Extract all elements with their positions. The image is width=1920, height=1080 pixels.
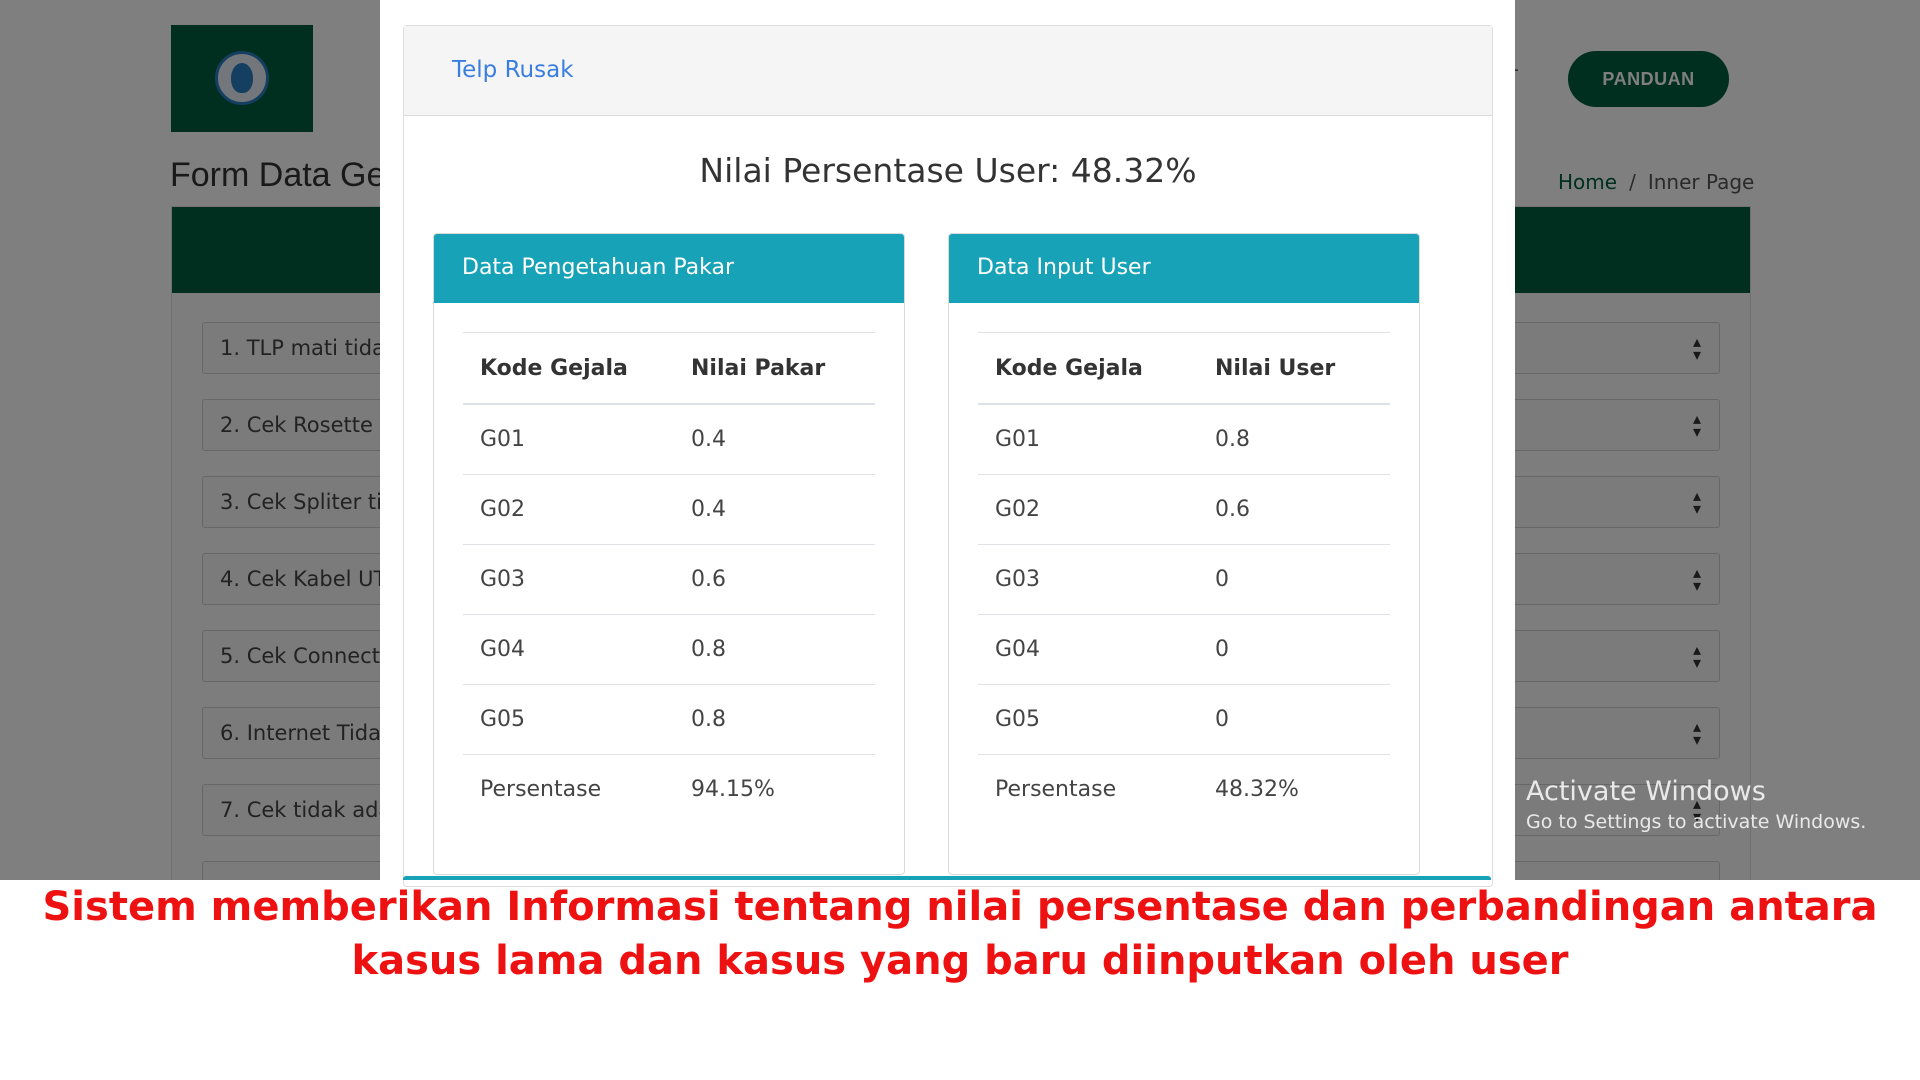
kode-cell: G05: [463, 684, 674, 755]
watermark-line2: Go to Settings to activate Windows.: [1526, 811, 1867, 833]
pakar-card: Data Pengetahuan Pakar Kode Gejala Nilai…: [433, 233, 905, 875]
pakar-card-title: Data Pengetahuan Pakar: [462, 255, 735, 280]
pakar-table: Kode Gejala Nilai Pakar G01 0.4 G02 0.4 G0…: [463, 332, 875, 824]
table-row: G01 0.8: [978, 404, 1390, 475]
kode-cell: G04: [463, 614, 674, 685]
table-row: G04 0.8: [463, 614, 875, 685]
nilai-cell: 0.6: [1198, 474, 1390, 545]
table-row: G01 0.4: [463, 404, 875, 475]
table-row: Persentase 94.15%: [463, 755, 875, 825]
nilai-cell: 0.8: [674, 614, 875, 685]
nilai-cell: 0.6: [674, 544, 875, 615]
table-row: G05 0.8: [463, 684, 875, 755]
user-card: Data Input User Kode Gejala Nilai User G…: [948, 233, 1420, 875]
modal-panel: Telp Rusak Nilai Persentase User: 48.32%…: [403, 25, 1493, 887]
table-row: G02 0.4: [463, 474, 875, 545]
kode-cell: G02: [978, 474, 1198, 545]
nilai-cell: 0.8: [1198, 404, 1390, 475]
user-percentage-score: Nilai Persentase User: 48.32%: [699, 151, 1197, 190]
table-row: Persentase 48.32%: [978, 755, 1390, 825]
pakar-card-header: Data Pengetahuan Pakar: [434, 234, 904, 303]
user-card-title: Data Input User: [977, 255, 1151, 280]
kode-cell: Persentase: [995, 777, 1117, 802]
table-row: G03 0.6: [463, 544, 875, 615]
nilai-cell: 0: [1198, 544, 1390, 615]
caption-text: Sistem memberikan Informasi tentang nila…: [42, 884, 1878, 984]
nilai-cell: 48.32%: [1215, 777, 1299, 802]
nilai-cell: 0: [1198, 684, 1390, 755]
table-row: G05 0: [978, 684, 1390, 755]
nilai-cell: 0: [1198, 614, 1390, 685]
kode-cell: G02: [463, 474, 674, 545]
kode-cell: G03: [978, 544, 1198, 615]
nilai-cell: 0.8: [674, 684, 875, 755]
nilai-cell: 0.4: [674, 404, 875, 475]
modal-header: Telp Rusak: [404, 26, 1492, 116]
nilai-cell: 0.4: [674, 474, 875, 545]
kode-cell: G01: [978, 404, 1198, 475]
table-row: G04 0: [978, 614, 1390, 685]
kode-cell: G01: [463, 404, 674, 475]
kode-cell: Persentase: [480, 777, 602, 802]
windows-activation-watermark: Activate Windows Go to Settings to activ…: [1526, 776, 1866, 833]
column-header: Nilai Pakar: [674, 332, 875, 405]
kode-cell: G05: [978, 684, 1198, 755]
column-header: Kode Gejala: [978, 332, 1198, 405]
user-card-header: Data Input User: [949, 234, 1419, 303]
nilai-cell: 94.15%: [691, 777, 775, 802]
watermark-line1: Activate Windows: [1526, 776, 1766, 807]
user-table: Kode Gejala Nilai User G01 0.8 G02 0.6 G03…: [978, 332, 1390, 824]
result-modal: Telp Rusak Nilai Persentase User: 48.32%…: [380, 0, 1515, 887]
column-header: Kode Gejala: [463, 332, 674, 405]
table-row: G03 0: [978, 544, 1390, 615]
kode-cell: G04: [978, 614, 1198, 685]
modal-title: Telp Rusak: [452, 57, 574, 83]
table-row: G02 0.6: [978, 474, 1390, 545]
column-header: Nilai User: [1198, 332, 1390, 405]
kode-cell: G03: [463, 544, 674, 615]
